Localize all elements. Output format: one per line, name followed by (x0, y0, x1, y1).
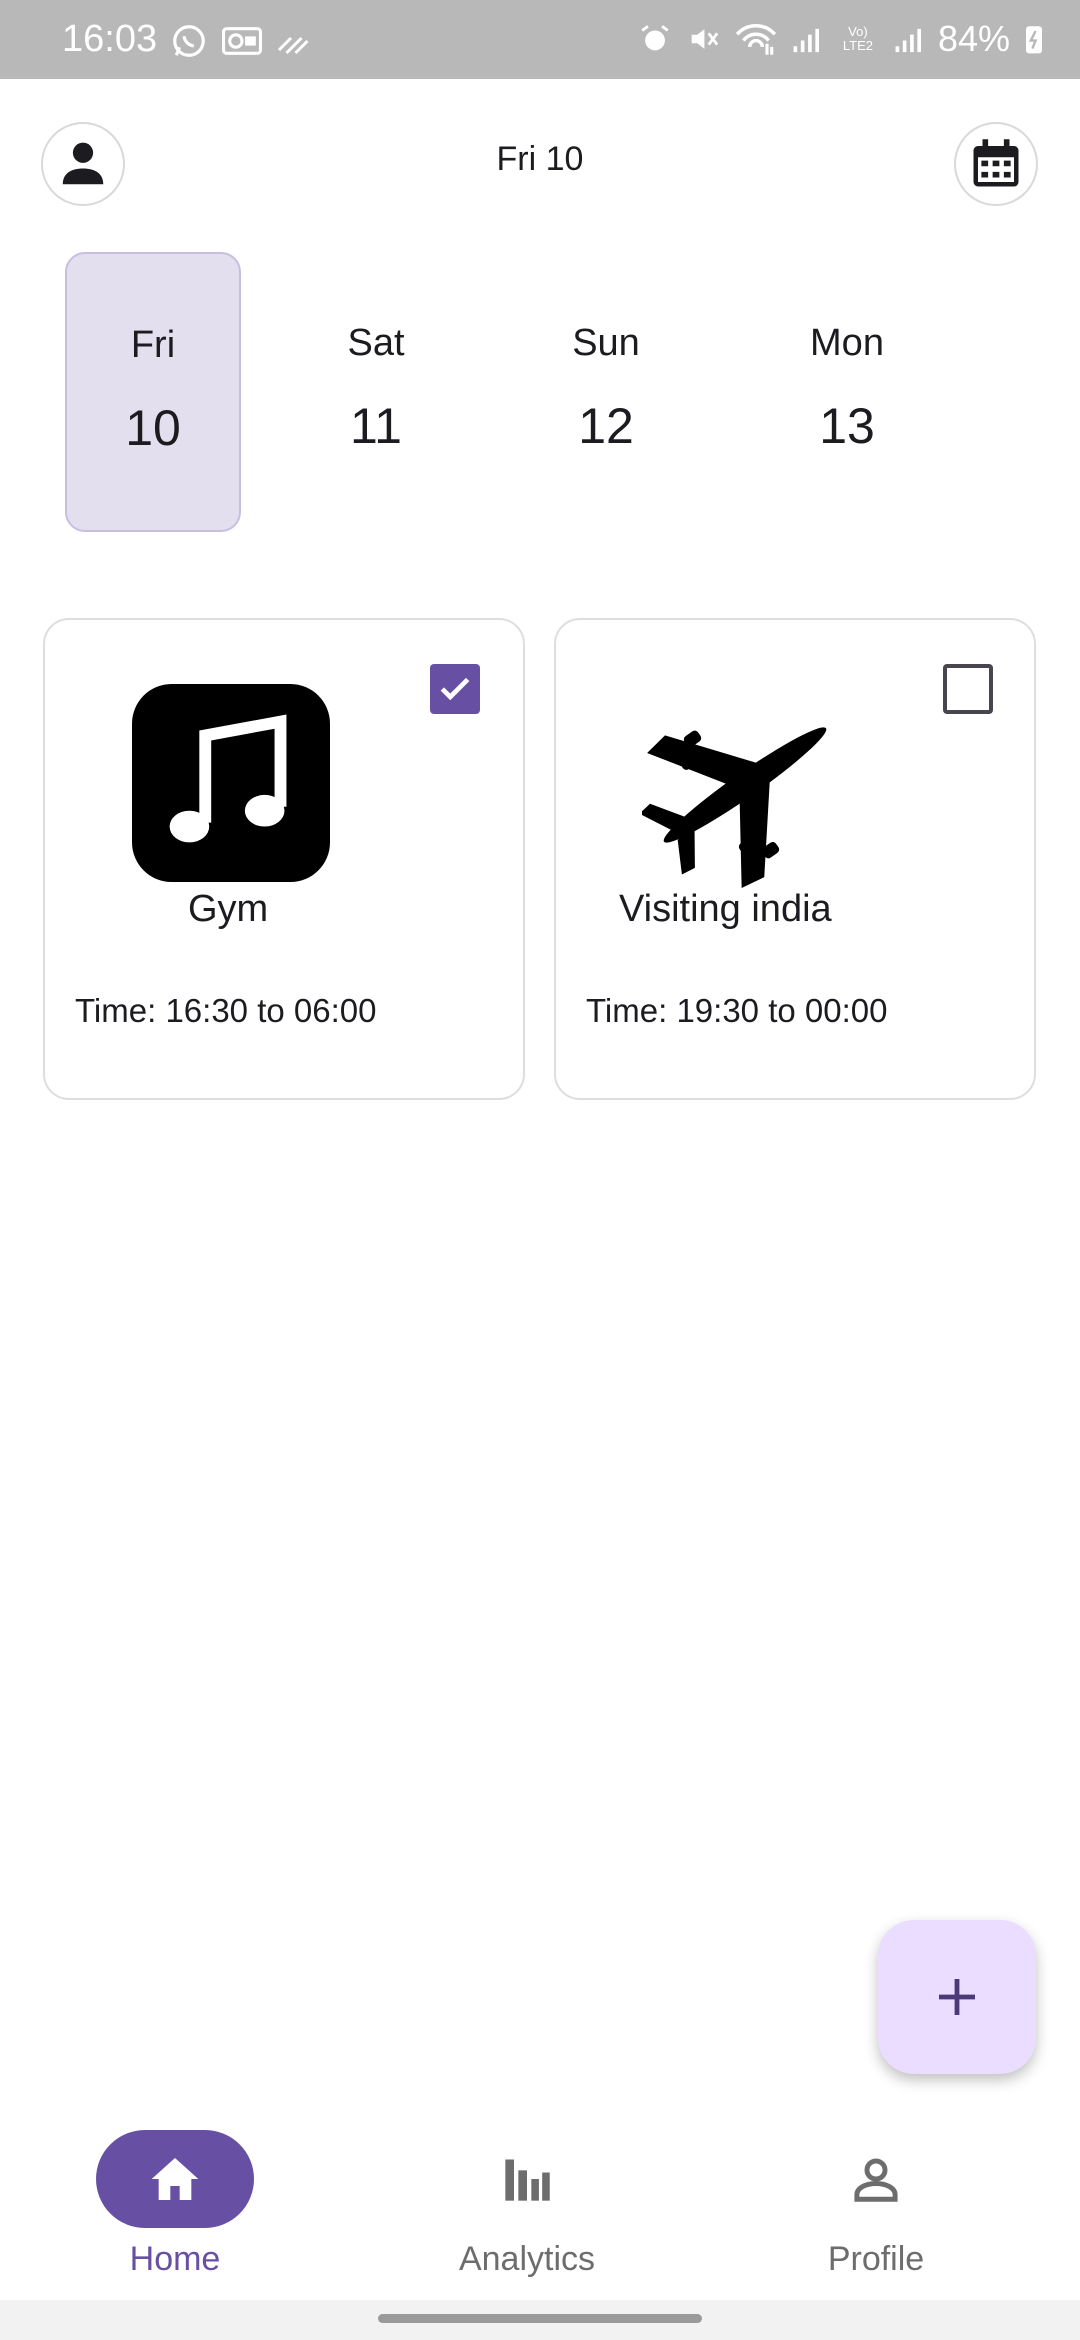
nav-profile[interactable]: Profile (726, 2130, 1026, 2279)
home-icon (151, 2158, 199, 2200)
checkmark-icon (440, 677, 470, 701)
calendar-icon (973, 139, 1019, 187)
page-title: Fri 10 (496, 140, 584, 178)
alarm-icon (641, 25, 669, 51)
airplane-icon (639, 682, 848, 888)
day-name: Fri (130, 324, 176, 366)
calendar-button[interactable] (954, 122, 1038, 206)
nav-profile-label: Profile (827, 2240, 925, 2278)
cell-signal-icon (895, 28, 921, 53)
day-name: Mon (810, 322, 884, 364)
nav-profile-indicator (797, 2130, 955, 2228)
music-note-icon (132, 684, 330, 882)
day-number: 11 (350, 398, 402, 454)
day-name: Sat (347, 322, 405, 364)
mute-icon (691, 29, 719, 49)
nav-analytics-indicator (448, 2130, 606, 2228)
battery-percent: 84% (937, 18, 1010, 59)
bar-chart-icon (505, 2159, 550, 2201)
day-number: 13 (819, 398, 875, 454)
day-sun[interactable]: Sun 12 (518, 252, 694, 532)
whatsapp-icon (173, 25, 205, 57)
day-mon[interactable]: Mon 13 (759, 252, 935, 532)
gesture-handle[interactable] (378, 2314, 702, 2323)
plus-icon (939, 1979, 975, 2015)
day-fri[interactable]: Fri 10 (65, 252, 241, 532)
status-time: 16:03 (62, 18, 158, 60)
day-sat[interactable]: Sat 11 (288, 252, 464, 532)
vpn-icon (222, 27, 262, 55)
task-title: Gym (188, 888, 269, 930)
nav-analytics[interactable]: Analytics (377, 2130, 677, 2279)
day-number: 10 (125, 400, 181, 456)
task-checkbox[interactable] (430, 664, 480, 714)
task-time: Time: 19:30 to 00:00 (586, 992, 888, 1029)
add-task-button[interactable] (878, 1920, 1036, 2074)
task-card-gym[interactable]: Gym Time: 16:30 to 06:00 (43, 618, 525, 1100)
bottom-navigation: Home Analytics Profile (0, 2095, 1080, 2300)
day-name: Sun (572, 322, 640, 364)
person-icon (62, 142, 104, 185)
nav-home-indicator (96, 2130, 254, 2228)
task-checkbox[interactable] (943, 664, 993, 714)
signal-waves-icon (277, 36, 309, 55)
battery-charging-icon (1026, 26, 1042, 54)
nav-analytics-label: Analytics (458, 2240, 596, 2278)
task-time: Time: 16:30 to 06:00 (75, 992, 377, 1029)
nav-home-label: Home (129, 2240, 221, 2278)
cell-signal-icon (793, 28, 819, 53)
status-bar: 16:03 Vo) LTE2 84% (0, 0, 1080, 79)
account-button[interactable] (41, 122, 125, 206)
profile-icon (854, 2158, 898, 2202)
task-card-visiting-india[interactable]: Visiting india Time: 19:30 to 00:00 (554, 618, 1036, 1100)
day-number: 12 (578, 398, 634, 454)
task-title: Visiting india (619, 888, 832, 930)
volte-label: Vo) LTE2 (842, 24, 873, 53)
nav-home[interactable]: Home (25, 2130, 325, 2279)
wifi-icon (735, 24, 777, 55)
